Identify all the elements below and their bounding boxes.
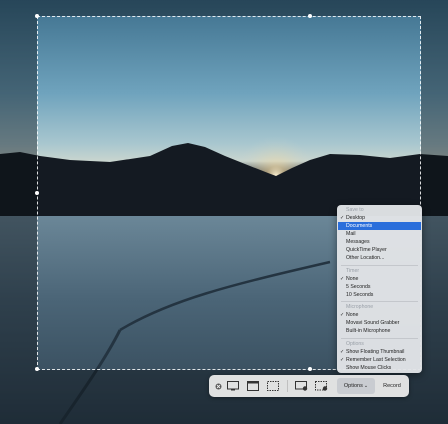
dim-overlay-left [0, 16, 37, 370]
menu-item-mail[interactable]: Mail [338, 230, 421, 238]
checkmark-icon: ✓ [340, 357, 345, 363]
dim-overlay-top [0, 0, 448, 16]
menu-section-header-options: Options [346, 341, 364, 347]
resize-handle-bottom[interactable] [308, 367, 312, 371]
menu-item-messages[interactable]: Messages [338, 238, 421, 246]
menu-item-built-in-microphone[interactable]: Built-in Microphone [338, 327, 421, 335]
checkmark-icon: ✓ [340, 312, 345, 318]
record-entire-screen-icon[interactable] [294, 380, 308, 392]
dim-overlay-right [421, 16, 448, 370]
menu-item-show-mouse-clicks[interactable]: Show Mouse Clicks [338, 364, 421, 372]
resize-handle-bottom-left[interactable] [35, 367, 39, 371]
toolbar-divider [287, 380, 288, 392]
menu-item-microphone-none[interactable]: ✓ None [338, 311, 421, 319]
menu-item-other-location[interactable]: Other Location... [338, 254, 421, 262]
menu-item-documents[interactable]: Documents [338, 222, 421, 230]
menu-item-movavi-sound-grabber[interactable]: Movavi Sound Grabber [338, 319, 421, 327]
menu-section-header-save-to: Save to [346, 207, 364, 213]
capture-selection-icon[interactable] [266, 380, 279, 392]
chevron-down-icon: ⌄ [363, 383, 369, 389]
record-button[interactable]: Record [377, 378, 407, 394]
capture-window-icon[interactable] [246, 380, 259, 392]
screenshot-toolbar: Options ⌄ Record [209, 375, 409, 397]
capture-entire-screen-icon[interactable] [226, 380, 239, 392]
menu-item-5-seconds[interactable]: 5 Seconds [338, 283, 421, 291]
resize-handle-top[interactable] [308, 14, 312, 18]
menu-item-timer-none[interactable]: ✓ None [338, 275, 421, 283]
menu-item-remember-last-selection[interactable]: ✓ Remember Last Selection [338, 356, 421, 364]
menu-section-header-timer: Timer [346, 268, 360, 274]
options-menu: Save to ✓ Desktop Documents Mail Message… [337, 205, 422, 373]
menu-item-10-seconds[interactable]: 10 Seconds [338, 291, 421, 299]
menu-item-show-floating-thumbnail[interactable]: ✓ Show Floating Thumbnail [338, 348, 421, 356]
menu-separator [341, 338, 418, 339]
menu-item-desktop[interactable]: ✓ Desktop [338, 214, 421, 222]
checkmark-icon: ✓ [340, 276, 345, 282]
checkmark-icon: ✓ [340, 215, 345, 221]
close-icon[interactable] [214, 380, 222, 392]
menu-section-header-microphone: Microphone [346, 304, 374, 310]
resize-handle-top-left[interactable] [35, 14, 39, 18]
options-button[interactable]: Options ⌄ [337, 378, 375, 394]
menu-separator [341, 301, 418, 302]
resize-handle-left[interactable] [35, 191, 39, 195]
record-selection-icon[interactable] [314, 380, 328, 392]
menu-item-quicktime-player[interactable]: QuickTime Player [338, 246, 421, 254]
checkmark-icon: ✓ [340, 349, 345, 355]
menu-separator [341, 265, 418, 266]
